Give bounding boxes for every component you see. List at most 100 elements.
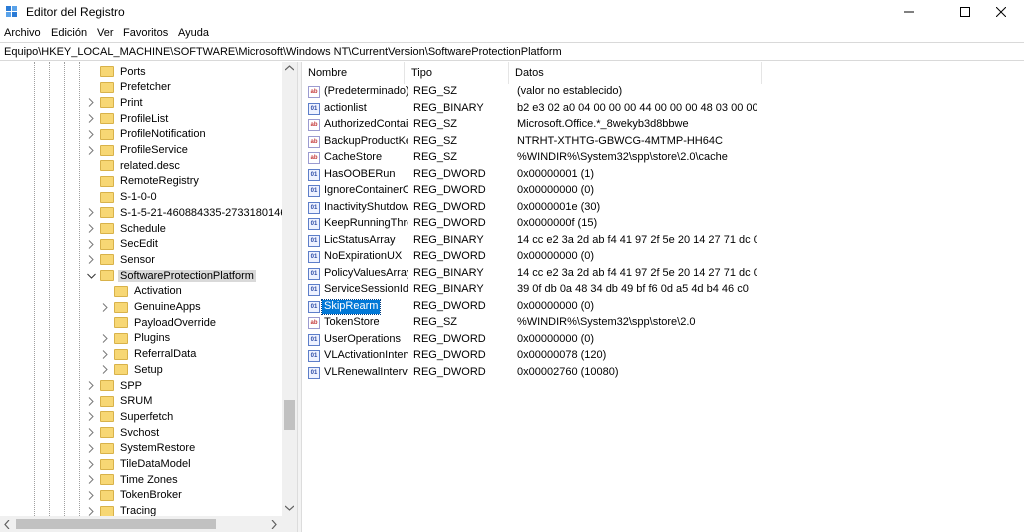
tree-horizontal-scrollbar[interactable] [0, 516, 297, 532]
tree-item-label[interactable]: Print [118, 97, 145, 109]
tree-item-label[interactable]: related.desc [118, 160, 182, 172]
tree-item[interactable]: SystemRestore [86, 441, 197, 456]
tree-item[interactable]: SoftwareProtectionPlatform [86, 268, 256, 283]
tree-item-label[interactable]: ReferralData [132, 348, 198, 360]
tree-item-label[interactable]: SecEdit [118, 238, 160, 250]
tree-item[interactable]: Schedule [86, 221, 168, 236]
tree-item-label[interactable]: Schedule [118, 223, 168, 235]
value-row[interactable]: 01KeepRunningThresholdMins REG_DWORD 0x000… [302, 216, 1022, 232]
tree-vertical-scrollbar[interactable] [282, 62, 297, 516]
tree-item-label[interactable]: GenuineApps [132, 301, 203, 313]
tree-item[interactable]: Setup [100, 362, 165, 377]
value-row[interactable]: ab (Predeterminado) REG_SZ (valor no establ… [302, 84, 1022, 100]
tree-item-label[interactable]: S-1-5-21-460884335-2733180146-379 [118, 207, 297, 219]
tree-item-label[interactable]: Sensor [118, 254, 157, 266]
menu-ver[interactable]: Ver [97, 27, 114, 39]
address-bar[interactable]: Equipo\HKEY_LOCAL_MACHINE\SOFTWARE\Micro… [0, 42, 1024, 61]
value-row[interactable]: 01 HasOOBERun REG_DWORD 0x00000001 (1) [302, 167, 1022, 183]
value-row[interactable]: abBackupProductKeyDefault REG_SZ NTRHT-XTH… [302, 134, 1022, 150]
value-name[interactable]: AuthorizedContainers [322, 118, 408, 132]
chevron-right-icon[interactable] [86, 428, 96, 438]
tree-item[interactable]: Svchost [86, 425, 161, 440]
value-row[interactable]: 01InactivityShutdownDelay REG_DWORD 0x0000… [302, 200, 1022, 216]
chevron-right-icon[interactable] [100, 349, 110, 359]
tree-item[interactable]: SRUM [86, 394, 154, 409]
tree-item-label[interactable]: SystemRestore [118, 442, 197, 454]
value-name[interactable]: InactivityShutdownDelay [322, 201, 408, 215]
chevron-right-icon[interactable] [100, 333, 110, 343]
tree-item-label[interactable]: S-1-0-0 [118, 191, 159, 203]
tree-item[interactable]: Activation [100, 284, 184, 299]
tree-vertical-scroll-thumb[interactable] [284, 400, 295, 430]
chevron-right-icon[interactable] [86, 239, 96, 249]
tree-item-label[interactable]: TileDataModel [118, 458, 193, 470]
tree-item-label[interactable]: Prefetcher [118, 81, 173, 93]
chevron-right-icon[interactable] [86, 381, 96, 391]
tree-item[interactable]: ProfileList [86, 111, 170, 126]
chevron-right-icon[interactable] [86, 129, 96, 139]
menu-favoritos[interactable]: Favoritos [123, 27, 168, 39]
value-row[interactable]: 01IgnoreContainerOrigin REG_DWORD 0x000000… [302, 183, 1022, 199]
chevron-right-icon[interactable] [100, 302, 110, 312]
value-row[interactable]: 01 SkipRearm REG_DWORD 0x00000000 (0) [302, 298, 1022, 315]
chevron-right-icon[interactable] [86, 145, 96, 155]
tree-item-label[interactable]: PayloadOverride [132, 317, 218, 329]
chevron-right-icon[interactable] [86, 255, 96, 265]
scroll-right-icon[interactable] [271, 520, 277, 529]
value-name[interactable]: VLActivationInterval [322, 349, 408, 363]
value-name[interactable]: BackupProductKeyDefault [322, 135, 408, 149]
value-name[interactable]: NoExpirationUX [322, 250, 404, 264]
chevron-right-icon[interactable] [86, 506, 96, 516]
menu-archivo[interactable]: Archivo [4, 27, 41, 39]
tree-item-label[interactable]: ProfileNotification [118, 128, 208, 140]
tree-item[interactable]: TokenBroker [86, 488, 184, 503]
value-name[interactable]: CacheStore [322, 151, 384, 165]
menu-ayuda[interactable]: Ayuda [178, 27, 209, 39]
value-row[interactable]: 01 VLRenewalInterval REG_DWORD 0x00002760 (… [302, 365, 1022, 381]
value-row[interactable]: abAuthorizedContainers REG_SZ Microsoft.Of… [302, 117, 1022, 133]
value-name[interactable]: LicStatusArray [322, 234, 398, 248]
tree-item-label[interactable]: Ports [118, 66, 148, 78]
scroll-down-icon[interactable] [285, 505, 294, 511]
value-name[interactable]: HasOOBERun [322, 168, 398, 182]
value-row[interactable]: 01 actionlist REG_BINARY b2 e3 02 a0 04 00 … [302, 101, 1022, 117]
tree-item[interactable]: GenuineApps [100, 300, 203, 315]
chevron-right-icon[interactable] [86, 208, 96, 218]
tree-item[interactable]: S-1-0-0 [86, 190, 159, 205]
tree-item[interactable]: Time Zones [86, 472, 180, 487]
tree-item[interactable]: ReferralData [100, 347, 198, 362]
value-name[interactable]: UserOperations [322, 333, 403, 347]
tree-item-label[interactable]: TokenBroker [118, 489, 184, 501]
tree-item-label[interactable]: ProfileService [118, 144, 190, 156]
values-list[interactable]: Nombre Tipo Datos ab (Predeterminado) REG_… [302, 62, 1024, 532]
value-name[interactable]: (Predeterminado) [322, 85, 408, 99]
tree-item-label[interactable]: Superfetch [118, 411, 175, 423]
tree-item[interactable]: Superfetch [86, 409, 175, 424]
minimize-button[interactable] [886, 0, 932, 24]
value-row[interactable]: 01 LicStatusArray REG_BINARY 14 cc e2 3a 2d… [302, 233, 1022, 249]
menu-edicion[interactable]: Edición [51, 27, 87, 39]
tree-horizontal-scroll-thumb[interactable] [16, 519, 216, 529]
value-row[interactable]: 01 ServiceSessionId REG_BINARY 39 0f db 0a … [302, 282, 1022, 298]
tree-item-label[interactable]: SoftwareProtectionPlatform [118, 269, 256, 282]
tree-item-label[interactable]: Plugins [132, 332, 172, 344]
tree-item[interactable]: PayloadOverride [100, 315, 218, 330]
value-name[interactable]: PolicyValuesArray [322, 267, 408, 281]
close-button[interactable] [978, 0, 1024, 24]
tree-item-label[interactable]: Time Zones [118, 474, 180, 486]
value-row[interactable]: ab TokenStore REG_SZ %WINDIR%\System32\spp\… [302, 315, 1022, 331]
value-name[interactable]: SkipRearm [320, 298, 382, 315]
tree-item[interactable]: Prefetcher [86, 80, 173, 95]
chevron-right-icon[interactable] [86, 114, 96, 124]
value-row[interactable]: 01 UserOperations REG_DWORD 0x00000000 (0) [302, 332, 1022, 348]
tree-item-label[interactable]: RemoteRegistry [118, 175, 201, 187]
value-name[interactable]: actionlist [322, 102, 369, 116]
column-header-data[interactable]: Datos [509, 62, 762, 84]
value-name[interactable]: IgnoreContainerOrigin [322, 184, 408, 198]
chevron-down-icon[interactable] [86, 271, 96, 281]
value-name[interactable]: TokenStore [322, 316, 382, 330]
column-header-name[interactable]: Nombre [302, 62, 405, 84]
chevron-right-icon[interactable] [86, 98, 96, 108]
tree-item-label[interactable]: SPP [118, 380, 144, 392]
key-tree[interactable]: Ports Prefetcher Print ProfileList ProfileNo… [0, 62, 297, 532]
